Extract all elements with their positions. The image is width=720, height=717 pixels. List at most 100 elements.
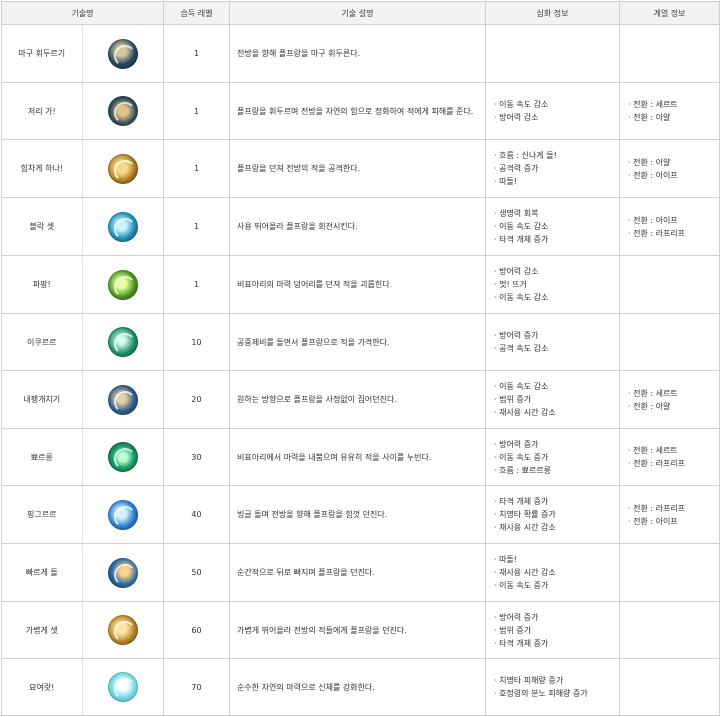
skill-level: 40 — [163, 485, 230, 544]
deep-info-cell: · 생명력 회복 · 이동 속도 감소 · 타격 개체 증가 — [485, 197, 620, 256]
school-info-item: · 전환 : 세르트 — [628, 100, 678, 109]
swirl-icon — [107, 499, 138, 530]
deep-info-cell: · 이동 속도 감소 · 범위 증가 · 재사용 시간 감소 — [485, 370, 620, 429]
deep-info-item: · 멋! 뜨거 — [494, 280, 527, 289]
deep-info-item: · 공격 속도 감소 — [494, 344, 549, 353]
school-info-cell: · 전환 : 세르트 · 전환 : 아얄 — [619, 370, 720, 429]
table-row: 가볍게 셋 60 가볍게 뛰어올라 전방의 적들에게 플프랑을 던진다. · 방어력 … — [1, 601, 720, 659]
skill-description: 비표아리에서 마력을 내뿜으며 유유히 적을 사이를 누빈다. — [229, 428, 486, 486]
skill-level: 1 — [163, 255, 230, 314]
deep-info-cell — [485, 24, 620, 83]
skill-level: 50 — [163, 543, 230, 602]
skill-description: 플프랑을 던져 전방의 적을 공격한다. — [229, 139, 486, 198]
skill-name-cell: 묘여랏! — [1, 658, 164, 716]
school-info-item: · 전환 : 라프리프 — [628, 459, 686, 468]
deep-info-item: · 공격력 증가 — [494, 164, 539, 173]
deep-info-item: · 재사용 시간 감소 — [494, 568, 556, 577]
school-info-item: · 전환 : 아이프 — [628, 170, 678, 180]
deep-info-item: · 흐름 : 뾰르르릉 — [494, 465, 552, 475]
deep-info-item: · 이동 속도 감소 — [494, 100, 549, 109]
school-info-cell — [619, 601, 720, 659]
skill-description: 순수한 자연의 마력으로 신체를 강화한다. — [229, 658, 486, 716]
tree-icon — [107, 672, 138, 702]
deep-info-item: · 호정령의 분노 피해량 증가 — [494, 689, 588, 698]
skill-name: 가볍게 셋 — [25, 625, 58, 635]
header-skill-name: 기술명 — [1, 1, 164, 25]
deep-info-item: · 방어력 증가 — [494, 612, 539, 622]
school-info-item: · 전환 : 아얄 — [628, 113, 671, 122]
deep-info-item: · 따돌! — [494, 555, 518, 564]
deep-info-item: · 이동 속도 감소 — [494, 222, 549, 231]
deep-info-cell: · 이동 속도 감소 · 방어력 감소 — [485, 82, 620, 140]
skill-level: 10 — [163, 313, 230, 371]
deep-info-item: · 따돌! — [494, 177, 518, 186]
deep-info-item: · 방어력 증가 — [494, 331, 539, 340]
table-row: 블락 셋 1 사용 뛰어올라 플프랑을 회전시킨다. · 생명력 회복 · 이동 속도 … — [1, 197, 720, 256]
skill-name: 핑그르르 — [27, 510, 57, 519]
skill-description: 공중제비를 돌면서 플프랑으로 적을 가격한다. — [229, 313, 486, 371]
header-row: 기술명 습득 레벨 기술 설명 심화 정보 계열 정보 — [1, 1, 720, 25]
skill-level: 60 — [163, 601, 230, 659]
school-info-cell: · 전환 : 아이프 · 전환 : 라프리프 — [619, 197, 720, 256]
skill-name: 뾰르릉 — [30, 452, 53, 462]
school-info-cell — [619, 658, 720, 716]
burst-icon — [107, 269, 138, 300]
deep-info-cell: · 타격 개체 증가 · 치명타 확률 증가 · 재사용 시간 감소 — [485, 485, 620, 544]
skill-name-cell: 가볍게 셋 — [1, 601, 164, 659]
school-info-cell: · 전환 : 세르트 · 전환 : 아얄 — [619, 82, 720, 140]
skill-description: 비표아리의 마력 덩어리를 던져 적을 괴롭힌다. — [229, 255, 486, 314]
skill-name-cell: 빠르게 돌 — [1, 543, 164, 602]
skill-description: 사용 뛰어올라 플프랑을 회전시킨다. — [229, 197, 486, 256]
skill-description: 플프랑을 휘두르며 전방을 자연의 힘으로 정화하여 적에게 피해를 준다. — [229, 82, 486, 140]
school-info-cell: · 전환 : 세르트 · 전환 : 라프리프 — [619, 428, 720, 486]
nature-swing-icon — [107, 96, 138, 126]
whirl-icon — [107, 211, 138, 242]
ring-icon — [107, 327, 138, 357]
school-info-cell: · 전환 : 라프리프 · 전환 : 아이프 — [619, 485, 720, 544]
skill-name: 힘차게 하나! — [20, 164, 64, 173]
skill-name: 묘여랏! — [29, 682, 55, 692]
skill-description: 가볍게 뛰어올라 전방의 적들에게 플프랑을 던진다. — [229, 601, 486, 659]
deep-info-item: · 범위 증가 — [494, 625, 532, 635]
deep-info-cell: · 방어력 감소 · 멋! 뜨거 · 이동 속도 감소 — [485, 255, 620, 314]
skill-name: 내팽개치기 — [23, 395, 61, 404]
school-info-cell: · 전환 : 아얄 · 전환 : 아이프 — [619, 139, 720, 198]
deep-info-item: · 범위 증가 — [494, 395, 532, 404]
orb-icon — [107, 442, 138, 472]
skill-level: 70 — [163, 658, 230, 716]
header-deep-info: 심화 정보 — [485, 1, 620, 25]
deep-info-cell: · 흐름 : 신나게 돌! · 공격력 증가 · 따돌! — [485, 139, 620, 198]
deep-info-item: · 방어력 증가 — [494, 439, 539, 449]
skill-name-cell: 뾰르릉 — [1, 428, 164, 486]
deep-info-item: · 방어력 감소 — [494, 267, 539, 276]
skill-name: 빠르게 돌 — [25, 568, 58, 577]
spinning-strike-icon — [107, 38, 138, 69]
deep-info-item: · 방어력 감소 — [494, 113, 539, 122]
skill-name-cell: 블락 셋 — [1, 197, 164, 256]
deep-info-cell: · 치명타 피해량 증가 · 호정령의 분노 피해량 증가 — [485, 658, 620, 716]
skill-description: 빙글 돌며 전방을 향해 플프랑을 힘껏 던진다. — [229, 485, 486, 544]
header-description: 기술 설명 — [229, 1, 486, 25]
deep-info-item: · 이동 속도 감소 — [494, 293, 549, 302]
deep-info-cell: · 방어력 증가 · 범위 증가 · 타격 개체 증가 — [485, 601, 620, 659]
skill-level: 1 — [163, 82, 230, 140]
school-info-item: · 전환 : 세르트 — [628, 446, 678, 455]
table-row: 뾰르릉 30 비표아리에서 마력을 내뿜으며 유유히 적을 사이를 누빈다. · 방어… — [1, 428, 720, 486]
deep-info-cell: · 방어력 증가 · 이동 속도 증가 · 흐름 : 뾰르르릉 — [485, 428, 620, 486]
skill-description: 원하는 방향으로 플프랑을 사정없이 집어던진다. — [229, 370, 486, 429]
throw-icon — [107, 384, 138, 415]
table-row: 내팽개치기 20 원하는 방향으로 플프랑을 사정없이 집어던진다. · 이동 속도 … — [1, 370, 720, 429]
skill-name: 블락 셋 — [29, 222, 55, 231]
skill-name-cell: 마구 휘두르기 — [1, 24, 164, 83]
header-school-info: 계열 정보 — [619, 1, 720, 25]
school-info-item: · 전환 : 라프리프 — [628, 228, 686, 238]
table-row: 빠르게 돌 50 순간적으로 뒤로 빠지며 플프랑을 던진다. · 따돌! · 재사용 … — [1, 543, 720, 602]
skill-level: 1 — [163, 24, 230, 83]
school-info-item: · 전환 : 아이프 — [628, 516, 678, 526]
skill-name-cell: 저리 가! — [1, 82, 164, 140]
deep-info-item: · 타격 개체 증가 — [494, 638, 549, 648]
school-info-cell — [619, 313, 720, 371]
skill-description: 전방을 향해 플프랑을 마구 휘두른다. — [229, 24, 486, 83]
school-info-item: · 전환 : 라프리프 — [628, 503, 686, 513]
skill-level: 1 — [163, 197, 230, 256]
